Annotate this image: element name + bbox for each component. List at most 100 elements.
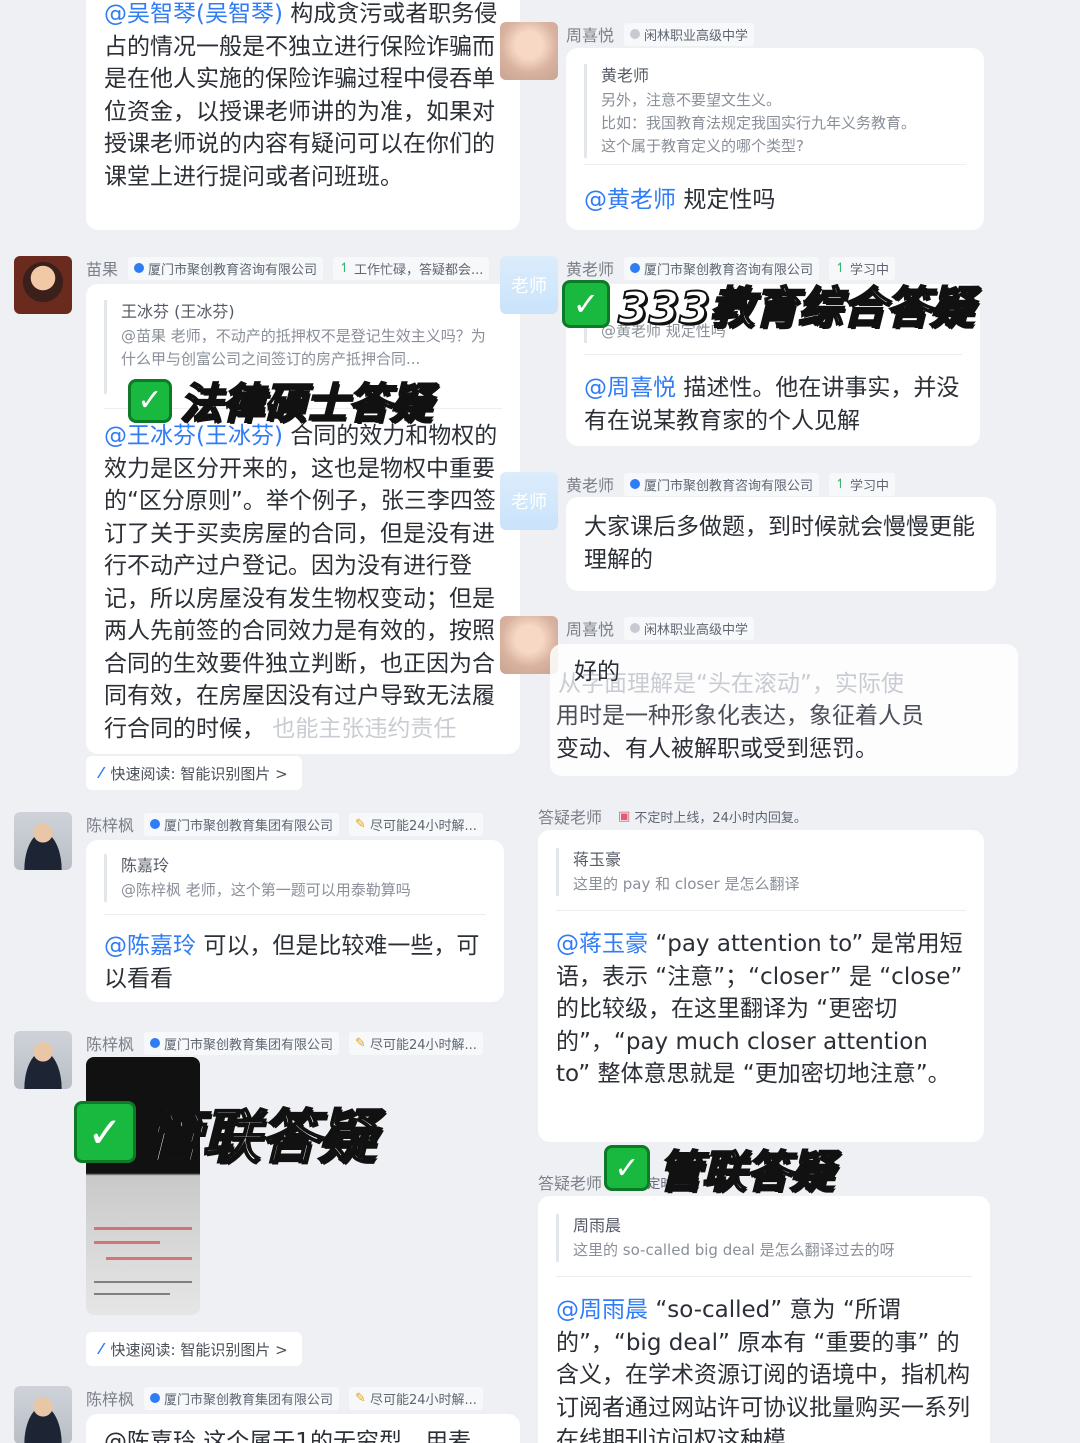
message-body: 好的 [574,656,620,689]
mention-link[interactable]: @吴智琴(吴智琴) [104,1,283,27]
avatar[interactable] [14,1386,72,1443]
quoted-sender: 黄老师 [601,66,650,85]
avatar[interactable] [500,22,558,80]
org-name: 厦门市聚创教育咨询有限公司 [644,478,814,494]
status-badge: ▣ 不定时上线，24小时内回复。 [612,805,813,828]
status-badge: ✎ 尽可能24小时解... [349,1031,483,1055]
overlay-label-law: ✓ 法律硕士答疑 [128,370,433,431]
avatar-label: 老师 [511,492,547,513]
divider [584,164,966,165]
check-icon: ✓ [562,280,610,328]
quoted-sender: 陈嘉玲 [121,856,170,875]
avatar[interactable] [14,1031,72,1089]
sender-name[interactable]: 陈梓枫 [86,1386,134,1410]
quick-read-label: 快速阅读: 智能识别图片 > [110,1340,288,1359]
status-text: 尽可能24小时解... [369,1037,477,1053]
sender-name[interactable]: 周喜悦 [566,22,614,46]
verified-icon [134,263,145,273]
verified-icon [150,1393,161,1403]
faded-text: 变动、有人被解职或受到惩罚。 [556,736,878,762]
message-card: 周雨晨 这里的 so-called big deal 是怎么翻译过去的呀 @周雨… [538,1196,990,1443]
message-meta: 答疑老师 ▣ 不定时上线，24小时内回复。 [538,804,813,828]
school-icon [630,29,641,39]
message-card: 从字面理解是“头在滚动”，实际使 好的 用时是一种形象化表达，象征着人员 变动、… [550,644,1018,776]
check-icon: ✓ [604,1145,650,1191]
status-text: 尽可能24小时解... [369,818,477,834]
quoted-sender: 蒋玉豪 [573,850,622,869]
avatar[interactable] [14,812,72,870]
message-meta: 周喜悦 闲林职业高级中学 [566,22,755,46]
org-name: 厦门市聚创教育集团有限公司 [164,1037,334,1053]
message-body: @蒋玉豪 “pay attention to” 是常用短语，表示 “注意”；“c… [556,928,966,1091]
mention-link[interactable]: @陈嘉玲 [104,933,196,959]
sender-name[interactable]: 黄老师 [566,472,614,496]
handwriting-mark [94,1241,160,1244]
message-body: @黄老师 规定性吗 [584,184,964,217]
overlay-text: 管联答疑 [143,1102,377,1172]
divider [584,354,962,355]
avatar[interactable] [14,256,72,314]
org-name: 闲林职业高级中学 [644,622,749,638]
overlay-label-mgmt-right: ✓ 管联答疑 [604,1136,835,1200]
quoted-text: 另外，注意不要望文生义。 比如：我国教育法规定我国实行九年义务教育。 这个属于教… [601,91,917,155]
quoted-text: 这里的 so-called big deal 是怎么翻译过去的呀 [573,1241,895,1259]
message-meta: 周喜悦 闲林职业高级中学 [566,616,755,640]
message-card: @陈嘉玲 这个属于1的无穷型，用麦 [86,1414,520,1443]
message-body: @周雨晨 “so-called” 意为 “所谓的”，“big deal” 原本有… [556,1294,970,1443]
message-meta: 苗果 厦门市聚创教育咨询有限公司 ↿ 工作忙碌，答疑都会... [86,256,490,280]
mention-link[interactable]: @蒋玉豪 [556,931,648,957]
quoted-text: 这里的 pay 和 closer 是怎么翻译 [573,875,800,893]
left-chat-column: @吴智琴(吴智琴) 构成贪污或者职务侵占的情况一般是不独立进行保险诈骗而是在他人… [0,0,540,1443]
avatar[interactable]: 老师 [500,472,558,530]
faded-text: 也能主张违约责任 [272,715,457,742]
status-text: 学习中 [849,478,889,494]
pencil-icon: ✎ [355,816,366,832]
check-glyph: ✓ [614,1150,640,1186]
mention-link[interactable]: @周喜悦 [584,375,676,401]
message-meta: 黄老师 厦门市聚创教育咨询有限公司 ↿ 学习中 [566,472,895,496]
handwriting-mark [94,1293,170,1295]
message-text: 大家课后多做题，到时候就会慢慢更能理解的 [584,514,975,573]
mention-link[interactable]: @周雨晨 [556,1297,648,1323]
quoted-message[interactable]: 周雨晨 这里的 so-called big deal 是怎么翻译过去的呀 [556,1214,966,1262]
overlay-text: 管联答疑 [657,1146,835,1199]
sender-name[interactable]: 苗果 [86,256,118,280]
message-card: 蒋玉豪 这里的 pay 和 closer 是怎么翻译 @蒋玉豪 “pay att… [538,830,984,1142]
quoted-message[interactable]: 黄老师 另外，注意不要望文生义。 比如：我国教育法规定我国实行九年义务教育。 这… [584,64,964,158]
sender-name[interactable]: 周喜悦 [566,616,614,640]
message-body: @陈嘉玲 可以，但是比较难一些，可以看看 [104,930,484,995]
pencil-icon: ✎ [355,1035,366,1051]
verified-icon [150,1038,161,1048]
magic-wand-icon: ⁄ [100,1340,103,1358]
message-card: @吴智琴(吴智琴) 构成贪污或者职务侵占的情况一般是不独立进行保险诈骗而是在他人… [86,0,520,230]
sender-name[interactable]: 陈梓枫 [86,812,134,836]
divider [556,1276,972,1277]
overlay-text: 333教育综合答疑 [617,282,975,335]
org-badge: 闲林职业高级中学 [624,22,755,46]
sender-name[interactable]: 答疑老师 [538,1170,602,1194]
sender-name[interactable]: 陈梓枫 [86,1031,134,1055]
handwriting-mark [106,1257,192,1260]
org-name: 闲林职业高级中学 [644,28,749,44]
org-name: 厦门市聚创教育集团有限公司 [164,1392,334,1408]
handwriting-mark [94,1227,192,1230]
status-text: 工作忙碌，答疑都会... [353,262,484,278]
handwriting-mark [94,1281,192,1283]
message-body: @周喜悦 描述性。他在讲事实，并没有在说某教育家的个人见解 [584,372,964,437]
magic-wand-icon: ⁄ [100,764,103,782]
message-card: 陈嘉玲 @陈梓枫 老师，这个第一题可以用泰勒算吗 @陈嘉玲 可以，但是比较难一些… [86,840,504,1002]
quoted-message[interactable]: 陈嘉玲 @陈梓枫 老师，这个第一题可以用泰勒算吗 [104,854,484,902]
sender-name[interactable]: 答疑老师 [538,804,602,828]
check-glyph: ✓ [572,285,600,323]
quick-read-button[interactable]: ⁄ 快速阅读: 智能识别图片 > [86,756,302,790]
quick-read-button[interactable]: ⁄ 快速阅读: 智能识别图片 > [86,1332,302,1366]
avatar[interactable]: 老师 [500,256,558,314]
message-body: @陈嘉玲 这个属于1的无穷型，用麦 [104,1426,520,1443]
message-card: 大家课后多做题，到时候就会慢慢更能理解的 [566,497,996,591]
org-badge: 厦门市聚创教育集团有限公司 [144,1386,340,1410]
quoted-message[interactable]: 蒋玉豪 这里的 pay 和 closer 是怎么翻译 [556,848,956,896]
status-badge: ↿ 学习中 [829,472,895,496]
mention-link[interactable]: @黄老师 [584,187,676,213]
check-glyph: ✓ [87,1107,123,1157]
message-text: 好的 [574,659,620,685]
